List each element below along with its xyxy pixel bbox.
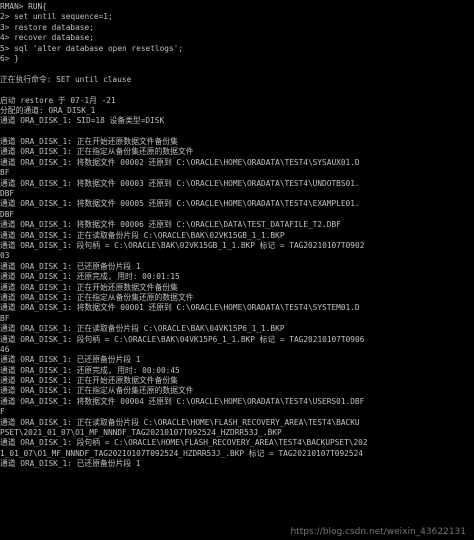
console-line: 4> recover database; (0, 33, 94, 43)
console-line: BF (0, 168, 10, 178)
console-line: 通道 ORA_DISK_1: 将数据文件 00004 还原到 C:\ORACLE… (0, 396, 365, 406)
console-line: 通道 ORA_DISK_1: 正在读取备份片段 C:\ORACLE\HOME\F… (0, 417, 360, 427)
console-line: 46 (0, 344, 10, 354)
console-line: 1_01_07\O1_MF_NNNDF_TAG20210107T092524_H… (0, 448, 363, 458)
terminal-console[interactable]: RMAN> RUN{2> set until sequence=1; 3> res… (0, 0, 474, 540)
console-line: 通道 ORA_DISK_1: 正在读取备份片段 C:\ORACLE\BAK\02… (0, 230, 285, 240)
console-line: 通道 ORA_DISK_1: 将数据文件 00002 还原到 C:\ORACLE… (0, 157, 360, 167)
console-line: 正在执行命令: SET until clause (0, 74, 132, 84)
console-line: 通道 ORA_DISK_1: 将数据文件 00001 还原到 C:\ORACLE… (0, 303, 360, 313)
console-line: 通道 ORA_DISK_1: 正在开始还原数据文件备份集 (0, 282, 178, 292)
console-line: 通道 ORA_DISK_1: 将数据文件 00005 还原到 C:\ORACLE… (0, 199, 360, 209)
console-line: 通道 ORA_DISK_1: 正在指定从备份集还原的数据文件 (0, 386, 194, 396)
console-line: 通道 ORA_DISK_1: SID=18 设备类型=DISK (0, 116, 165, 126)
console-line: DBF (0, 189, 15, 199)
console-line: 分配的通道: ORA_DISK_1 (0, 105, 96, 115)
console-line: 通道 ORA_DISK_1: 正在读取备份片段 C:\ORACLE\BAK\04… (0, 324, 285, 334)
console-line: 5> sql 'alter database open resetlogs'; (0, 43, 184, 53)
console-line: 3> restore database; (0, 22, 94, 32)
console-output: RMAN> RUN{2> set until sequence=1; 3> res… (0, 2, 474, 470)
console-line: 通道 ORA_DISK_1: 将数据文件 00006 还原到 C:\ORACLE… (0, 220, 341, 230)
console-line: 通道 ORA_DISK_1: 正在开始还原数据文件备份集 (0, 376, 178, 386)
console-line: 通道 ORA_DISK_1: 已还原备份片段 1 (0, 261, 141, 271)
console-line: 6> } (0, 53, 19, 63)
console-line: F (0, 407, 5, 417)
console-line: 通道 ORA_DISK_1: 正在指定从备份集还原的数据文件 (0, 147, 194, 157)
console-line: 通道 ORA_DISK_1: 正在指定从备份集还原的数据文件 (0, 292, 194, 302)
console-line: 2> set until sequence=1; (0, 12, 113, 22)
console-line: 通道 ORA_DISK_1: 段句柄 = C:\ORACLE\HOME\FLAS… (0, 438, 368, 448)
console-line: DBF (0, 209, 15, 219)
console-line: 通道 ORA_DISK_1: 段句柄 = C:\ORACLE\BAK\04VK1… (0, 334, 365, 344)
console-line: 通道 ORA_DISK_1: 已还原备份片段 1 (0, 355, 141, 365)
console-line: RMAN> RUN{ (0, 2, 47, 11)
watermark-url: https://blog.csdn.net/weixin_43622131 (288, 527, 468, 537)
console-line: 通道 ORA_DISK_1: 还原完成, 用时: 00:00:45 (0, 365, 180, 375)
console-line: 通道 ORA_DISK_1: 段句柄 = C:\ORACLE\BAK\02VK1… (0, 240, 365, 250)
console-line: 通道 ORA_DISK_1: 已还原备份片段 1 (0, 459, 141, 469)
console-line: PSET\2021_01_07\O1_MF_NNNDF_TAG20210107T… (0, 428, 282, 438)
console-line: 通道 ORA_DISK_1: 还原完成, 用时: 00:01:15 (0, 272, 180, 282)
console-line: 启动 restore 于 07-1月 -21 (0, 95, 116, 105)
console-line: BF (0, 313, 10, 323)
console-line: 通道 ORA_DISK_1: 将数据文件 00003 还原到 C:\ORACLE… (0, 178, 360, 188)
console-line: 03 (0, 251, 10, 261)
console-line: 通道 ORA_DISK_1: 正在开始还原数据文件备份集 (0, 137, 178, 147)
